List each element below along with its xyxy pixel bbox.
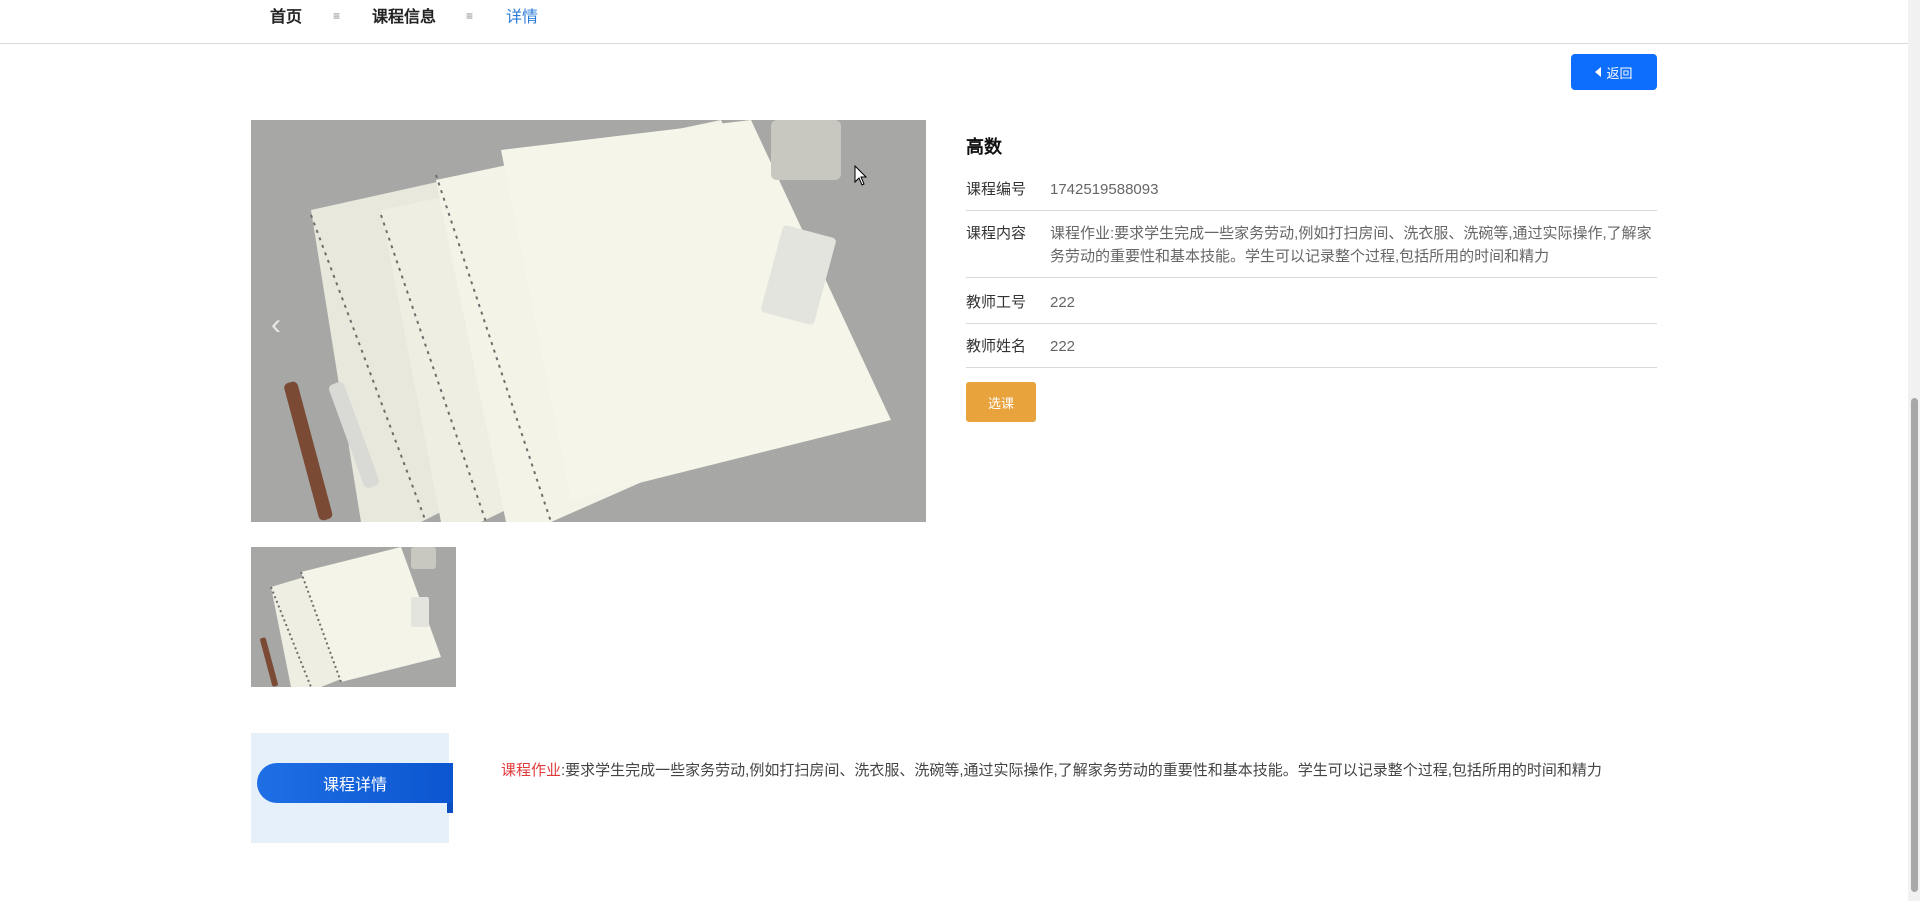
- tab-course-detail[interactable]: 课程详情: [257, 763, 453, 813]
- breadcrumb-separator-icon: ≡: [333, 9, 341, 23]
- detail-text: 课程作业:要求学生完成一些家务劳动,例如打扫房间、洗衣服、洗碗等,通过实际操作,…: [501, 759, 1631, 782]
- info-row-teacher-id: 教师工号 222: [966, 291, 1657, 324]
- info-row-course-id: 课程编号 1742519588093: [966, 178, 1657, 211]
- info-value: 222: [1050, 294, 1076, 311]
- mouse-cursor-icon: [854, 165, 868, 186]
- chevron-left-icon[interactable]: ‹: [264, 308, 288, 342]
- detail-body: :要求学生完成一些家务劳动,例如打扫房间、洗衣服、洗碗等,通过实际操作,了解家务…: [561, 762, 1602, 779]
- back-button[interactable]: 返回: [1571, 54, 1657, 90]
- detail-highlight: 课程作业: [501, 762, 562, 779]
- back-button-label: 返回: [1606, 65, 1633, 81]
- caret-left-icon: [1595, 67, 1602, 77]
- breadcrumb-home[interactable]: 首页: [270, 8, 302, 28]
- info-value: 课程作业:要求学生完成一些家务劳动,例如打扫房间、洗衣服、洗碗等,通过实际操作,…: [1050, 225, 1652, 265]
- info-label: 课程编号: [966, 181, 1027, 198]
- info-label: 教师工号: [966, 294, 1027, 311]
- info-label: 课程内容: [966, 225, 1027, 242]
- course-thumbnail[interactable]: [251, 547, 456, 687]
- notebook-image: [251, 120, 926, 522]
- info-row-course-content: 课程内容 课程作业:要求学生完成一些家务劳动,例如打扫房间、洗衣服、洗碗等,通过…: [966, 222, 1657, 278]
- course-title: 高数: [966, 137, 1002, 157]
- breadcrumb-separator-icon: ≡: [466, 9, 474, 23]
- breadcrumb-current: 详情: [506, 9, 539, 26]
- select-course-button[interactable]: 选课: [966, 382, 1036, 422]
- notebook-thumbnail-image: [251, 547, 456, 687]
- scrollbar-thumb[interactable]: [1911, 398, 1918, 892]
- info-row-teacher-name: 教师姓名 222: [966, 335, 1657, 368]
- breadcrumb: 首页 ≡ 课程信息 ≡ 详情: [0, 0, 1908, 44]
- course-main-image: [251, 120, 926, 522]
- breadcrumb-course-info[interactable]: 课程信息: [372, 8, 436, 28]
- info-value: 1742519588093: [1050, 181, 1159, 198]
- info-label: 教师姓名: [966, 338, 1027, 355]
- info-value: 222: [1050, 338, 1076, 355]
